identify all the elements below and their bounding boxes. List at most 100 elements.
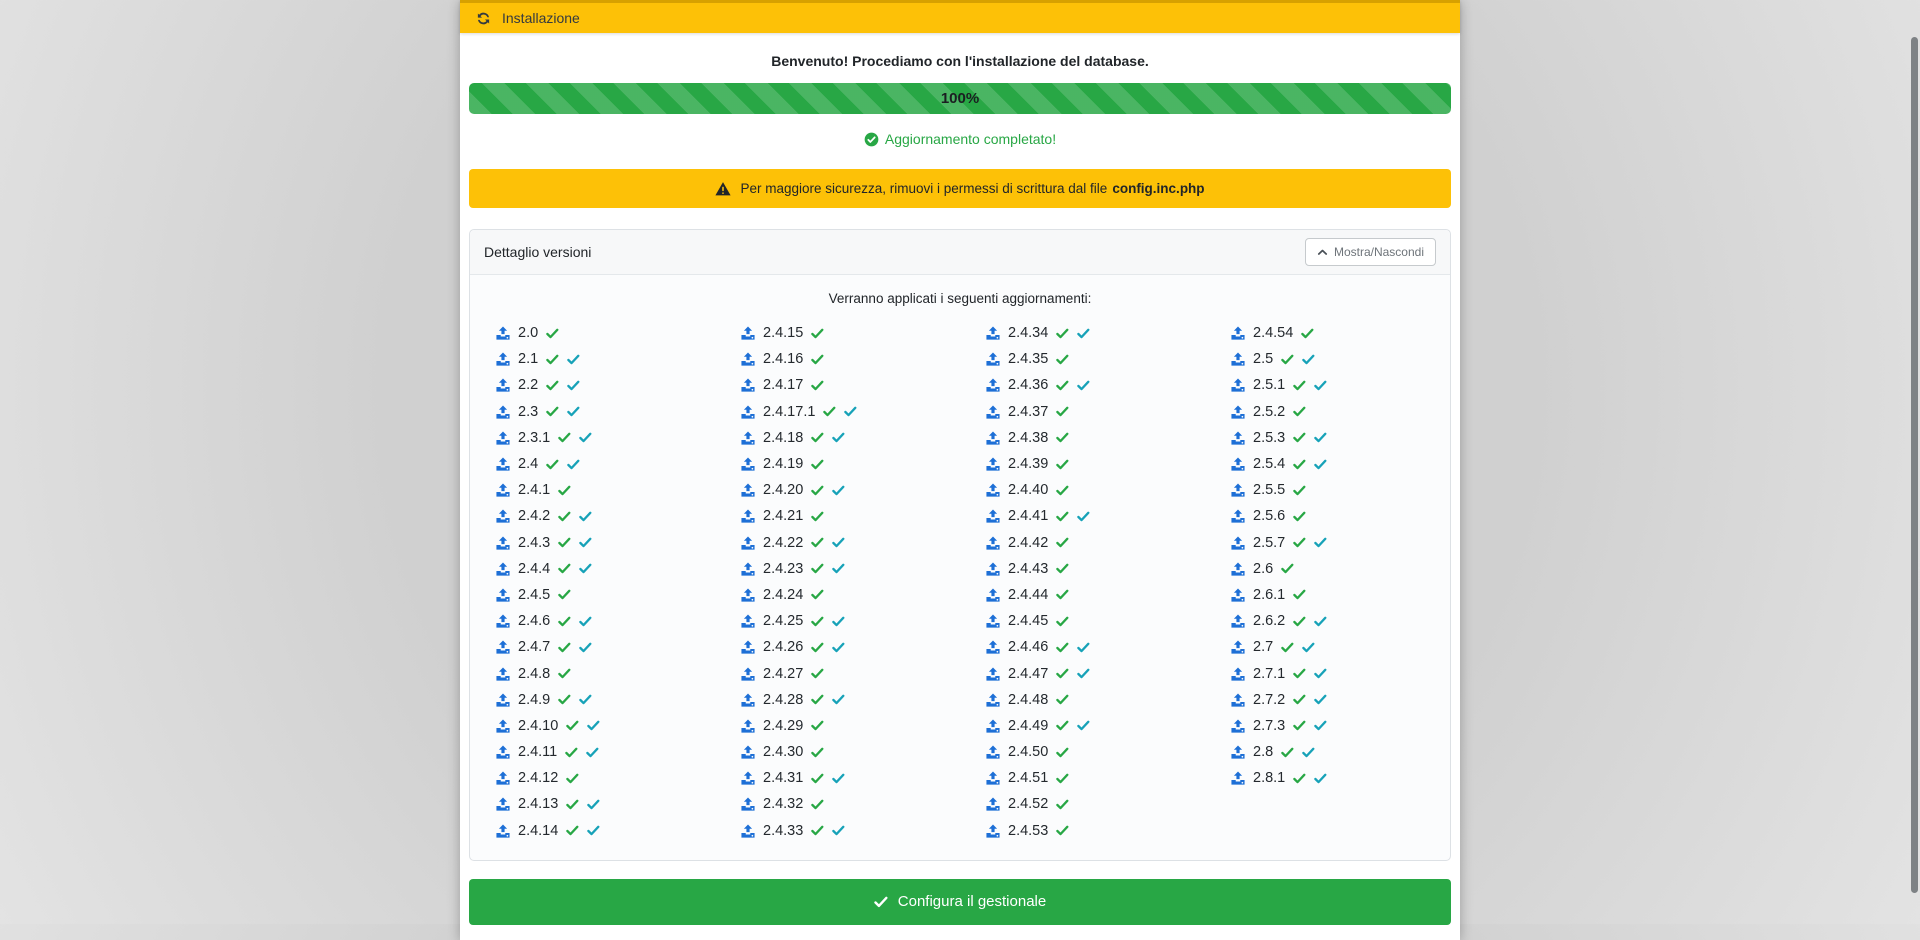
page-scrollbar[interactable] bbox=[1911, 37, 1918, 893]
upload-icon bbox=[986, 431, 1000, 445]
check-done-icon bbox=[1293, 772, 1306, 785]
version-label: 2.4.24 bbox=[763, 587, 803, 603]
check-done-icon bbox=[1056, 484, 1069, 497]
version-item: 2.4.32 bbox=[715, 791, 960, 817]
version-item: 2.4.18 bbox=[715, 425, 960, 451]
version-label: 2.4.21 bbox=[763, 508, 803, 524]
check-done-icon bbox=[558, 615, 571, 628]
check-done-icon bbox=[566, 719, 579, 732]
upload-icon bbox=[741, 640, 755, 654]
upload-icon bbox=[741, 614, 755, 628]
check-extra-icon bbox=[1077, 719, 1090, 732]
upload-icon bbox=[1231, 745, 1245, 759]
version-label: 2.5.7 bbox=[1253, 535, 1285, 551]
version-label: 2.4 bbox=[518, 456, 538, 472]
check-done-icon bbox=[811, 484, 824, 497]
version-item: 2.4.43 bbox=[960, 556, 1205, 582]
upload-icon bbox=[1231, 640, 1245, 654]
toggle-versions-label: Mostra/Nascondi bbox=[1334, 245, 1424, 259]
version-label: 2.4.50 bbox=[1008, 744, 1048, 760]
upload-icon bbox=[496, 562, 510, 576]
upload-icon bbox=[986, 771, 1000, 785]
check-extra-icon bbox=[1302, 641, 1315, 654]
upload-icon bbox=[496, 536, 510, 550]
check-extra-icon bbox=[587, 798, 600, 811]
version-label: 2.4.40 bbox=[1008, 482, 1048, 498]
upload-icon bbox=[496, 405, 510, 419]
version-item: 2.7.3 bbox=[1205, 713, 1450, 739]
check-done-icon bbox=[811, 798, 824, 811]
upload-icon bbox=[1231, 693, 1245, 707]
version-item: 2.4.48 bbox=[960, 687, 1205, 713]
check-done-icon bbox=[1056, 798, 1069, 811]
version-label: 2.4.8 bbox=[518, 666, 550, 682]
version-label: 2.4.38 bbox=[1008, 430, 1048, 446]
version-label: 2.4.23 bbox=[763, 561, 803, 577]
upload-icon bbox=[741, 824, 755, 838]
configure-button[interactable]: Configura il gestionale bbox=[469, 879, 1451, 925]
check-extra-icon bbox=[567, 458, 580, 471]
versions-grid: 2.0 2.1 bbox=[470, 320, 1450, 860]
refresh-icon bbox=[476, 11, 491, 26]
version-label: 2.4.26 bbox=[763, 639, 803, 655]
upload-icon bbox=[741, 431, 755, 445]
check-done-icon bbox=[1056, 588, 1069, 601]
check-extra-icon bbox=[579, 431, 592, 444]
version-label: 2.4.35 bbox=[1008, 351, 1048, 367]
version-item: 2.4.4 bbox=[470, 556, 715, 582]
version-label: 2.4.52 bbox=[1008, 796, 1048, 812]
upload-icon bbox=[741, 536, 755, 550]
check-done-icon bbox=[811, 824, 824, 837]
upload-icon bbox=[986, 562, 1000, 576]
version-item: 2.4.14 bbox=[470, 818, 715, 844]
version-item: 2.4.22 bbox=[715, 530, 960, 556]
version-item: 2.4.37 bbox=[960, 399, 1205, 425]
upload-icon bbox=[986, 509, 1000, 523]
check-done-icon bbox=[1281, 641, 1294, 654]
check-done-icon bbox=[1056, 615, 1069, 628]
version-label: 2.5.6 bbox=[1253, 508, 1285, 524]
upload-icon bbox=[1231, 562, 1245, 576]
check-done-icon bbox=[1056, 562, 1069, 575]
version-item: 2.4.17 bbox=[715, 372, 960, 398]
check-done-icon bbox=[1056, 693, 1069, 706]
upload-icon bbox=[741, 457, 755, 471]
version-item: 2.4.8 bbox=[470, 660, 715, 686]
check-done-icon bbox=[1056, 379, 1069, 392]
upload-icon bbox=[986, 745, 1000, 759]
check-done-icon bbox=[1056, 510, 1069, 523]
version-label: 2.4.28 bbox=[763, 692, 803, 708]
check-done-icon bbox=[811, 327, 824, 340]
version-item: 2.4.51 bbox=[960, 765, 1205, 791]
version-label: 2.8 bbox=[1253, 744, 1273, 760]
version-item: 2.4.17.1 bbox=[715, 399, 960, 425]
check-extra-icon bbox=[832, 431, 845, 444]
check-done-icon bbox=[811, 536, 824, 549]
check-done-icon bbox=[811, 641, 824, 654]
version-item: 2.4.44 bbox=[960, 582, 1205, 608]
check-done-icon bbox=[1293, 615, 1306, 628]
version-label: 2.4.39 bbox=[1008, 456, 1048, 472]
check-done-icon bbox=[1293, 484, 1306, 497]
version-label: 2.4.13 bbox=[518, 796, 558, 812]
version-label: 2.3.1 bbox=[518, 430, 550, 446]
version-item: 2.4.45 bbox=[960, 608, 1205, 634]
version-item: 2.4.49 bbox=[960, 713, 1205, 739]
versions-panel-header: Dettaglio versioni Mostra/Nascondi bbox=[470, 230, 1450, 275]
version-item: 2.4.30 bbox=[715, 739, 960, 765]
check-done-icon bbox=[1056, 824, 1069, 837]
check-done-icon bbox=[811, 746, 824, 759]
check-extra-icon bbox=[832, 772, 845, 785]
version-label: 2.4.18 bbox=[763, 430, 803, 446]
progress-bar: 100% bbox=[469, 83, 1451, 114]
version-item: 2.4.13 bbox=[470, 791, 715, 817]
upload-icon bbox=[496, 640, 510, 654]
toggle-versions-button[interactable]: Mostra/Nascondi bbox=[1305, 238, 1436, 266]
check-extra-icon bbox=[1314, 667, 1327, 680]
upload-icon bbox=[1231, 352, 1245, 366]
check-done-icon bbox=[1056, 667, 1069, 680]
check-extra-icon bbox=[1077, 327, 1090, 340]
check-done-icon bbox=[566, 798, 579, 811]
version-item: 2.4.28 bbox=[715, 687, 960, 713]
version-item: 2.5.3 bbox=[1205, 425, 1450, 451]
